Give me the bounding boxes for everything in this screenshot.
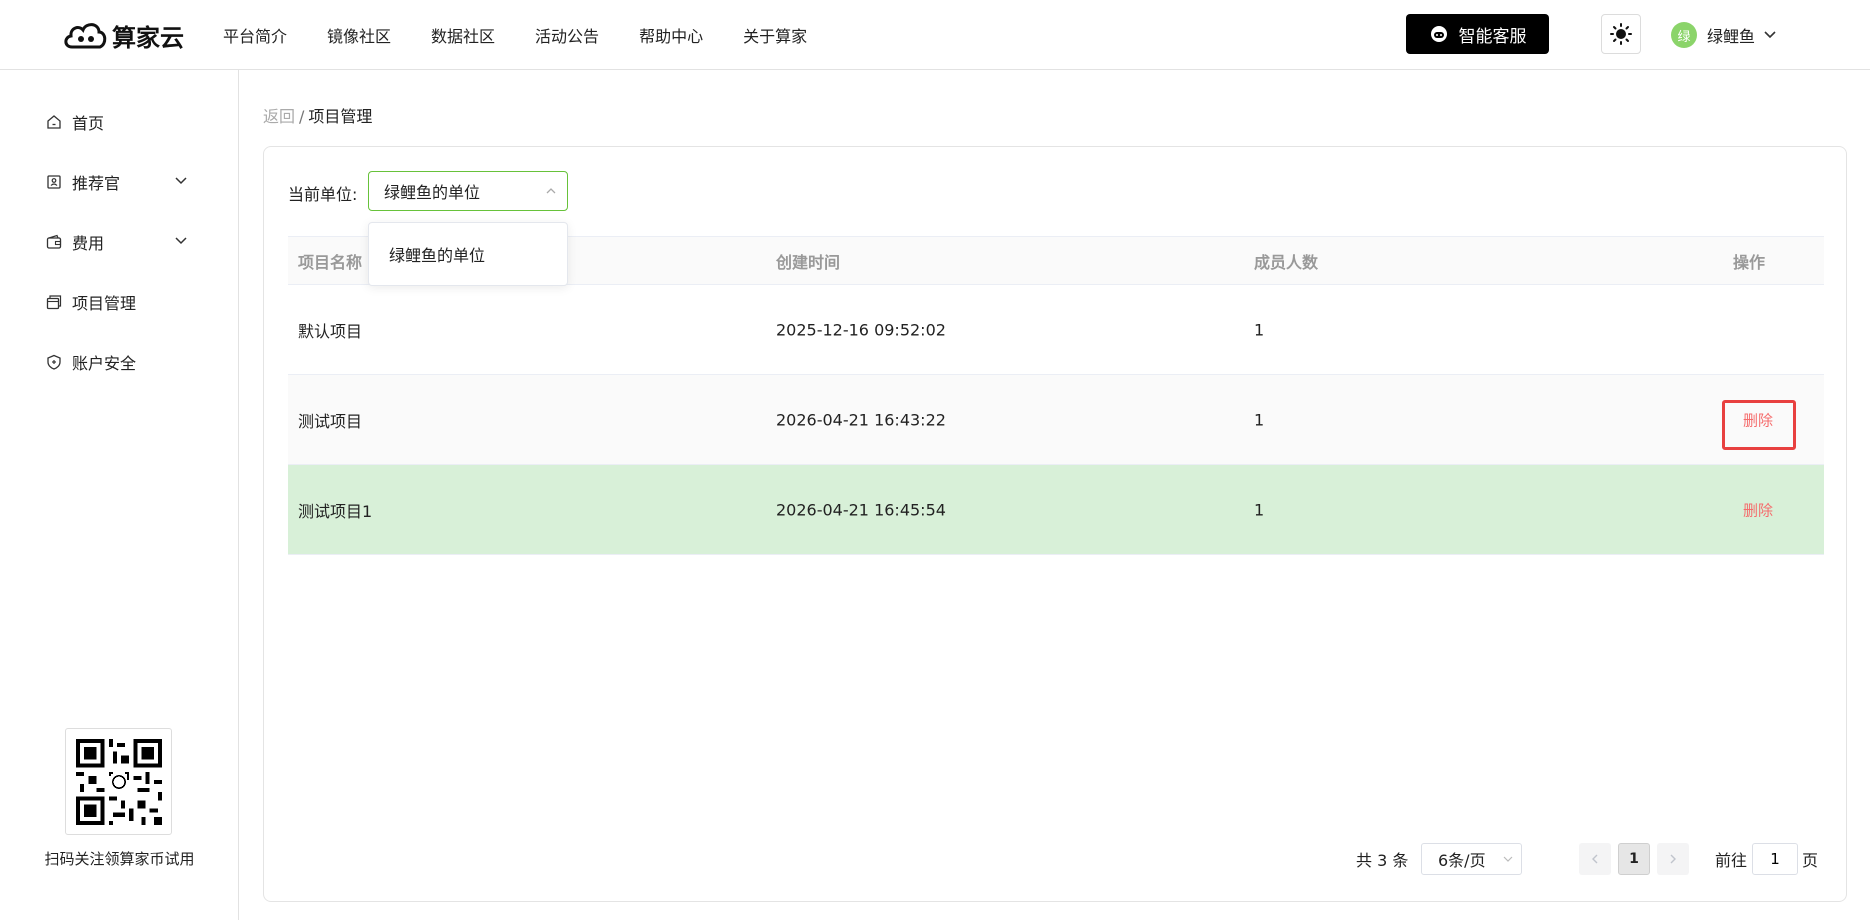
shield-icon: [46, 354, 62, 370]
breadcrumb-current: 项目管理: [308, 107, 373, 126]
delete-button[interactable]: 删除: [1743, 499, 1773, 520]
sun-icon: [1610, 23, 1632, 45]
table-row: 默认项目 2025-12-16 09:52:02 1: [288, 285, 1824, 375]
nav-about[interactable]: 关于算家: [743, 23, 807, 47]
cell-members: 1: [1254, 500, 1265, 519]
breadcrumb: 返回 / 项目管理: [263, 103, 372, 127]
nav-platform-intro[interactable]: 平台简介: [223, 23, 287, 47]
page-size-select[interactable]: 6条/页: [1421, 843, 1522, 875]
sidebar-item-label: 费用: [72, 234, 105, 253]
sidebar-item-label: 推荐官: [72, 174, 121, 193]
sidebar-item-referrer[interactable]: 推荐官: [46, 167, 196, 197]
home-icon: [46, 114, 62, 130]
chevron-down-icon: [1503, 856, 1513, 862]
column-header-actions: 操作: [1733, 252, 1766, 272]
cell-created: 2026-04-21 16:43:22: [776, 410, 946, 429]
goto-suffix: 页: [1802, 851, 1819, 870]
chevron-down-icon: [175, 237, 187, 245]
top-nav: 平台简介 镜像社区 数据社区 活动公告 帮助中心 关于算家: [223, 0, 847, 70]
smart-service-button[interactable]: 智能客服: [1406, 14, 1549, 54]
cell-created: 2025-12-16 09:52:02: [776, 320, 946, 339]
column-header-name: 项目名称: [298, 252, 363, 272]
unit-select-value: 绿鲤鱼的单位: [384, 183, 481, 202]
cell-name: 测试项目1: [298, 501, 373, 521]
unit-dropdown-option[interactable]: 绿鲤鱼的单位: [368, 222, 568, 286]
sidebar-item-label: 项目管理: [72, 294, 137, 313]
sidebar-item-label: 账户安全: [72, 354, 137, 373]
sidebar-item-home[interactable]: 首页: [46, 107, 196, 137]
sidebar: 首页 推荐官 费用 项目管理 账户安全 扫码关注领算家币试用: [0, 70, 239, 920]
unit-select[interactable]: 绿鲤鱼的单位: [368, 171, 568, 211]
pagination-total: 共 3 条: [1356, 851, 1409, 870]
nav-announcements[interactable]: 活动公告: [535, 23, 599, 47]
breadcrumb-separator: /: [299, 107, 305, 126]
next-page-button[interactable]: [1657, 843, 1689, 875]
cloud-logo-icon: [64, 23, 107, 49]
chevron-up-icon: [546, 188, 556, 194]
qr-code: [65, 728, 172, 835]
nav-data-community[interactable]: 数据社区: [431, 23, 495, 47]
table-row: 测试项目 2026-04-21 16:43:22 1 删除: [288, 375, 1824, 465]
sidebar-item-label: 首页: [72, 114, 105, 133]
folder-icon: [46, 294, 62, 310]
chevron-down-icon: [175, 177, 187, 185]
badge-icon: [46, 174, 62, 190]
qr-caption: 扫码关注领算家币试用: [44, 850, 195, 868]
cell-created: 2026-04-21 16:45:54: [776, 500, 946, 519]
user-name: 绿鲤鱼: [1707, 27, 1756, 46]
cell-name: 默认项目: [298, 321, 363, 341]
unit-label: 当前单位:: [288, 185, 358, 204]
user-menu[interactable]: 绿 绿鲤鱼: [1671, 20, 1777, 50]
delete-button[interactable]: 删除: [1743, 409, 1773, 430]
sidebar-item-fees[interactable]: 费用: [46, 227, 196, 257]
cell-members: 1: [1254, 410, 1265, 429]
page-number-button[interactable]: 1: [1618, 843, 1650, 875]
qr-code-icon: [75, 738, 162, 825]
chevron-right-icon: [1670, 854, 1676, 864]
column-header-created: 创建时间: [776, 252, 841, 272]
logo[interactable]: 算家云: [62, 12, 184, 58]
column-header-members: 成员人数: [1254, 252, 1319, 272]
cell-name: 测试项目: [298, 411, 363, 431]
theme-toggle-button[interactable]: [1601, 14, 1641, 54]
breadcrumb-back-link[interactable]: 返回: [263, 107, 295, 126]
wallet-icon: [46, 234, 62, 250]
chevron-down-icon: [1764, 31, 1776, 39]
top-header: 算家云 平台简介 镜像社区 数据社区 活动公告 帮助中心 关于算家 智能客服 绿…: [0, 0, 1870, 70]
goto-prefix: 前往: [1715, 851, 1748, 870]
smart-service-label: 智能客服: [1458, 26, 1527, 47]
prev-page-button[interactable]: [1579, 843, 1611, 875]
chevron-left-icon: [1592, 854, 1598, 864]
nav-help-center[interactable]: 帮助中心: [639, 23, 703, 47]
nav-image-community[interactable]: 镜像社区: [327, 23, 391, 47]
sidebar-item-project-management[interactable]: 项目管理: [46, 287, 196, 317]
table-row: 测试项目1 2026-04-21 16:45:54 1 删除: [288, 465, 1824, 555]
logo-text: 算家云: [112, 23, 184, 52]
avatar: 绿: [1671, 22, 1697, 48]
sidebar-item-account-security[interactable]: 账户安全: [46, 347, 196, 377]
headset-icon: [1430, 26, 1447, 42]
goto-page-input[interactable]: [1752, 843, 1798, 875]
page-size-value: 6条/页: [1438, 851, 1486, 870]
cell-members: 1: [1254, 320, 1265, 339]
